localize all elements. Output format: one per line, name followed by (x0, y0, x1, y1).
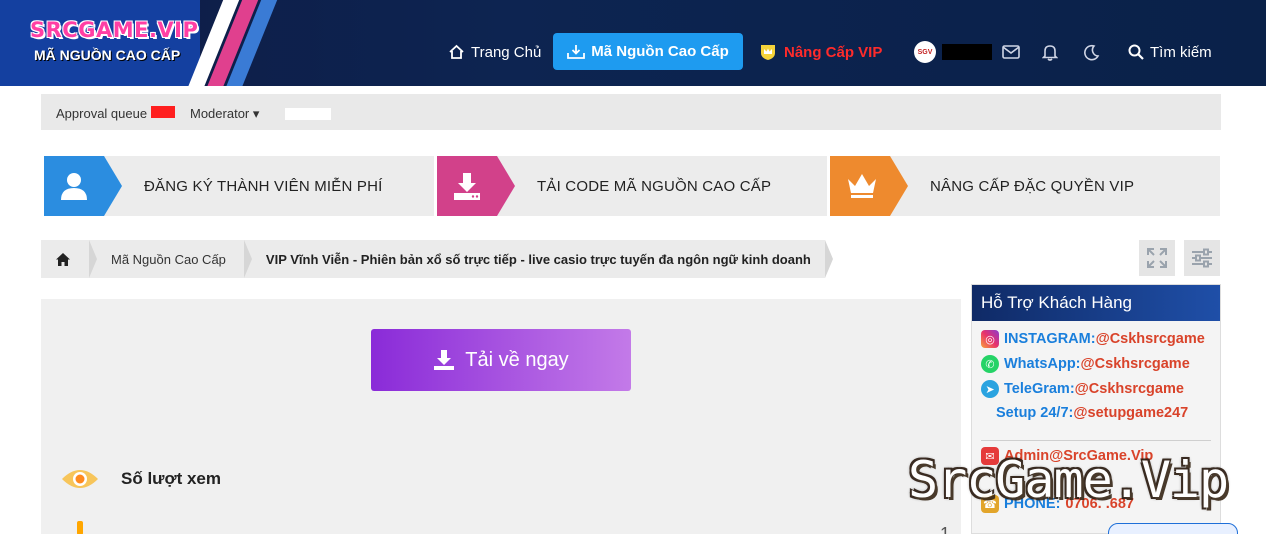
bell-icon[interactable] (1040, 42, 1060, 62)
nav-upgrade-vip[interactable]: Nâng Cấp VIP (758, 34, 882, 70)
instagram-key: INSTAGRAM: (1004, 331, 1096, 347)
setup-handle: @setupgame247 (1073, 405, 1189, 421)
username-redacted (942, 44, 992, 60)
stat-icon (77, 521, 83, 534)
breadcrumb-current: VIP Vĩnh Viễn - Phiên bản xổ số trực tiế… (244, 240, 833, 278)
whatsapp-contact[interactable]: ✆ WhatsApp: @Cskhsrcgame (981, 355, 1190, 373)
download-now-button[interactable]: Tải về ngay (371, 329, 631, 391)
feature-icon-box (44, 156, 104, 216)
nav-home[interactable]: Trang Chủ (448, 34, 541, 70)
sidebar-toggle[interactable] (1108, 523, 1238, 534)
telegram-icon: ➤ (981, 380, 999, 398)
page: SRCGAME.VIP MÃ NGUỒN CAO CẤP Trang Chủ M… (0, 0, 1266, 534)
main-content: Tải về ngay Số lượt xem 1 (41, 299, 961, 534)
settings-button[interactable] (1184, 240, 1220, 276)
home-icon (449, 44, 464, 59)
nav-premium-source[interactable]: Mã Nguồn Cao Cấp (553, 33, 743, 70)
redacted-item (285, 108, 331, 120)
site-header: SRCGAME.VIP MÃ NGUỒN CAO CẤP Trang Chủ M… (0, 0, 1266, 86)
moon-icon[interactable] (1081, 42, 1101, 62)
download-now-label: Tải về ngay (465, 348, 569, 371)
instagram-icon: ◎ (981, 330, 999, 348)
whatsapp-handle: @Cskhsrcgame (1080, 356, 1190, 372)
feature-register[interactable]: ĐĂNG KÝ THÀNH VIÊN MIỄN PHÍ (44, 156, 434, 216)
moderator-menu[interactable]: Moderator ▾ (190, 106, 259, 122)
logo-subtitle: MÃ NGUỒN CAO CẤP (34, 47, 181, 63)
nav-user-menu[interactable]: SGV (914, 34, 992, 70)
feature-arrow (104, 156, 122, 216)
crown-icon (848, 174, 876, 198)
search-icon (1128, 44, 1144, 60)
breadcrumb: Mã Nguồn Cao Cấp VIP Vĩnh Viễn - Phiên b… (41, 240, 833, 278)
feature-icon-box (437, 156, 497, 216)
feature-arrow (497, 156, 515, 216)
eye-icon (62, 470, 98, 488)
avatar: SGV (914, 41, 936, 63)
views-stat: Số lượt xem (61, 467, 221, 491)
approval-queue-link[interactable]: Approval queue (56, 106, 147, 121)
feature-download-code-label: TẢI CODE MÃ NGUỒN CAO CẤP (537, 178, 772, 195)
instagram-handle: @Cskhsrcgame (1095, 331, 1205, 347)
feature-upgrade-vip[interactable]: NÂNG CẤP ĐẶC QUYỀN VIP (830, 156, 1220, 216)
inbox-icon[interactable] (1001, 42, 1021, 62)
breadcrumb-item[interactable]: Mã Nguồn Cao Cấp (89, 240, 252, 278)
user-icon (61, 173, 87, 200)
stat-value: 1 (940, 524, 951, 534)
approval-queue-badge (151, 106, 175, 118)
watermark: SrcGame.Vip (908, 451, 1229, 509)
vip-crown-icon (761, 45, 775, 60)
download-icon (454, 173, 480, 200)
telegram-contact[interactable]: ➤ TeleGram: @Cskhsrcgame (981, 380, 1184, 398)
telegram-handle: @Cskhsrcgame (1074, 381, 1184, 397)
sliders-icon (1192, 248, 1212, 268)
tray-download-icon (567, 44, 586, 59)
feature-register-label: ĐĂNG KÝ THÀNH VIÊN MIỄN PHÍ (144, 178, 383, 195)
views-label: Số lượt xem (121, 469, 221, 488)
whatsapp-icon: ✆ (981, 355, 999, 373)
download-icon (434, 350, 455, 370)
home-icon (56, 252, 70, 266)
nav-premium-source-label: Mã Nguồn Cao Cấp (591, 43, 729, 60)
setup-key: Setup 24/7: (996, 405, 1074, 421)
feature-upgrade-vip-label: NÂNG CẤP ĐẶC QUYỀN VIP (930, 178, 1135, 195)
nav-home-label: Trang Chủ (471, 43, 542, 61)
feature-arrow (890, 156, 908, 216)
divider (981, 440, 1211, 441)
search-label: Tìm kiếm (1150, 43, 1212, 61)
instagram-contact[interactable]: ◎ INSTAGRAM: @Cskhsrcgame (981, 330, 1205, 348)
logo-title[interactable]: SRCGAME.VIP (30, 18, 198, 42)
support-title: Hỗ Trợ Khách Hàng (972, 285, 1220, 321)
feature-download-code[interactable]: TẢI CODE MÃ NGUỒN CAO CẤP (437, 156, 827, 216)
breadcrumb-home[interactable] (41, 240, 97, 278)
admin-bar: Approval queue Moderator ▾ (41, 94, 1221, 130)
expand-icon (1147, 248, 1167, 268)
whatsapp-key: WhatsApp: (1004, 356, 1081, 372)
setup-contact[interactable]: Setup 24/7: @setupgame247 (996, 405, 1188, 421)
search-button[interactable]: Tìm kiếm (1128, 34, 1212, 70)
logo-block[interactable] (0, 0, 200, 86)
feature-icon-box (830, 156, 890, 216)
fullscreen-button[interactable] (1139, 240, 1175, 276)
nav-upgrade-vip-label: Nâng Cấp VIP (784, 43, 883, 61)
telegram-key: TeleGram: (1004, 381, 1075, 397)
